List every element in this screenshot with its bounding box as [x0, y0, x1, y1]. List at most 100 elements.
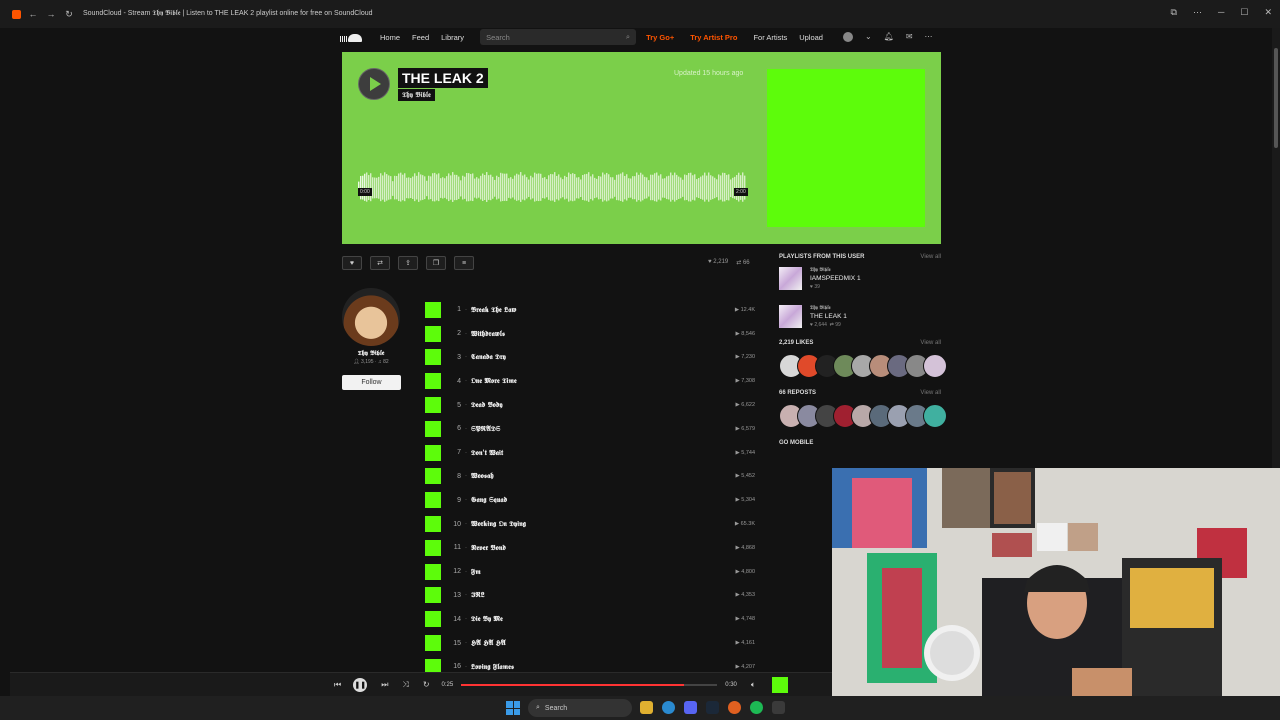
- steam-icon[interactable]: [706, 701, 719, 714]
- next-icon[interactable]: ⏭: [381, 680, 388, 690]
- playlist-artwork[interactable]: [779, 305, 802, 328]
- spotify-icon[interactable]: [750, 701, 763, 714]
- playlist-title[interactable]: THE LEAK 1: [810, 313, 847, 320]
- track-title[interactable]: 𝕯𝖎𝖊 𝕭𝖞 𝕸𝖊: [471, 614, 503, 624]
- track-title[interactable]: 𝕯𝖊𝖆𝖉 𝕭𝖔𝖉𝖞: [471, 400, 503, 410]
- reload-icon[interactable]: ↻: [63, 8, 75, 20]
- track-title[interactable]: 𝖂𝖔𝖗𝖐𝖎𝖓𝖌 𝕺𝖓 𝕯𝖞𝖎𝖓𝖌: [471, 519, 526, 529]
- for-artists-link[interactable]: For Artists: [753, 33, 787, 42]
- discord-icon[interactable]: [684, 701, 697, 714]
- copy-link-button[interactable]: ❐: [426, 256, 446, 270]
- track-title[interactable]: 𝕳𝕬 𝕳𝕬 𝕳𝕬: [471, 638, 506, 648]
- playlist-artist[interactable]: 𝕿𝖍𝖞 𝕭𝖎𝖇𝖑𝖊: [398, 89, 435, 101]
- shuffle-icon[interactable]: ⤨: [402, 680, 408, 690]
- upload-link[interactable]: Upload: [799, 33, 823, 42]
- like-button[interactable]: ♥: [342, 256, 362, 270]
- bell-icon[interactable]: 🔔︎: [884, 32, 894, 42]
- track-title[interactable]: 𝕴𝕽𝕷: [471, 590, 485, 600]
- maximize-icon[interactable]: ☐: [1240, 7, 1248, 18]
- waveform-bar: [468, 173, 470, 202]
- playlist-user[interactable]: 𝕿𝖍𝖞 𝕭𝖎𝖇𝖑𝖊: [810, 267, 861, 273]
- playlist-title[interactable]: IAMSPEEDMIX 1: [810, 275, 861, 282]
- playlist-item[interactable]: 𝕿𝖍𝖞 𝕭𝖎𝖇𝖑𝖊 IAMSPEEDMIX 1 ♥ 39: [779, 264, 941, 302]
- play-button[interactable]: [358, 68, 390, 100]
- track-title[interactable]: 𝖂𝖎𝖙𝖍𝖉𝖗𝖆𝖜𝖑𝖘: [471, 329, 505, 339]
- nav-library[interactable]: Library: [441, 33, 464, 42]
- obs-icon[interactable]: [772, 701, 785, 714]
- track-row[interactable]: 3 · 𝕮𝖆𝖓𝖆𝖉𝖆 𝕯𝖗𝖞 ▶ 7,230: [425, 346, 757, 370]
- track-title[interactable]: 𝕮𝖆𝖓𝖆𝖉𝖆 𝕯𝖗𝖞: [471, 352, 506, 362]
- track-artwork: [425, 563, 441, 580]
- waveform-bar: [556, 175, 558, 200]
- track-title[interactable]: 𝕷𝖔𝖛𝖎𝖓𝖌 𝕱𝖑𝖆𝖒𝖊𝖘: [471, 662, 514, 672]
- track-row[interactable]: 2 · 𝖂𝖎𝖙𝖍𝖉𝖗𝖆𝖜𝖑𝖘 ▶ 8,546: [425, 322, 757, 346]
- pause-button[interactable]: ❚❚: [353, 677, 368, 692]
- nav-feed[interactable]: Feed: [412, 33, 429, 42]
- more-icon[interactable]: ⋯: [925, 32, 933, 42]
- add-to-next-up-button[interactable]: ≡: [454, 256, 474, 270]
- track-title[interactable]: 𝕾𝕻𝕽𝕬𝕯𝕾: [471, 424, 500, 434]
- track-title[interactable]: 𝖂𝖔𝖔𝖘𝖆𝖍: [471, 471, 494, 481]
- chevron-down-icon[interactable]: ⌄: [865, 32, 872, 42]
- playlist-item[interactable]: 𝕿𝖍𝖞 𝕭𝖎𝖇𝖑𝖊 THE LEAK 1 ♥ 2,644 ⇄ 99: [779, 302, 941, 340]
- track-title[interactable]: 𝕯𝖔𝖓'𝖙 𝖂𝖆𝖎𝖙: [471, 448, 503, 458]
- extensions-icon[interactable]: ⧉: [1171, 7, 1177, 18]
- user-avatar[interactable]: [842, 32, 853, 42]
- track-row[interactable]: 8 · 𝖂𝖔𝖔𝖘𝖆𝖍 ▶ 5,452: [425, 465, 757, 489]
- share-button[interactable]: ⇪: [398, 256, 418, 270]
- track-row[interactable]: 12 · 𝕱𝖒 ▶ 4,800: [425, 560, 757, 584]
- artist-name[interactable]: 𝕿𝖍𝖞 𝕭𝖎𝖇𝖑𝖊: [342, 349, 400, 358]
- reposter-avatar[interactable]: [923, 404, 947, 428]
- track-title[interactable]: 𝕹𝖊𝖛𝖊𝖗 𝕭𝖔𝖓𝖉: [471, 543, 506, 553]
- try-artist-pro-link[interactable]: Try Artist Pro: [690, 33, 737, 42]
- file-explorer-icon[interactable]: [640, 701, 653, 714]
- repost-button[interactable]: ⇄: [370, 256, 390, 270]
- soundcloud-logo-icon[interactable]: [340, 32, 362, 42]
- track-row[interactable]: 4 · 𝕺𝖓𝖊 𝕸𝖔𝖗𝖊 𝕿𝖎𝖒𝖊 ▶ 7,308: [425, 369, 757, 393]
- forward-icon[interactable]: →: [45, 8, 57, 20]
- edge-icon[interactable]: [662, 701, 675, 714]
- track-title[interactable]: 𝕭𝖗𝖊𝖆𝖐 𝕿𝖍𝖊 𝕷𝖆𝖜: [471, 305, 516, 315]
- track-row[interactable]: 10 · 𝖂𝖔𝖗𝖐𝖎𝖓𝖌 𝕺𝖓 𝕯𝖞𝖎𝖓𝖌 ▶ 65.3K: [425, 512, 757, 536]
- previous-icon[interactable]: ⏮: [334, 680, 341, 690]
- view-all-reposts[interactable]: View all: [920, 390, 941, 400]
- nav-home[interactable]: Home: [380, 33, 400, 42]
- mail-icon[interactable]: ✉: [906, 32, 913, 42]
- track-row[interactable]: 7 · 𝕯𝖔𝖓'𝖙 𝖂𝖆𝖎𝖙 ▶ 5,744: [425, 441, 757, 465]
- view-all-likes[interactable]: View all: [920, 340, 941, 350]
- track-row[interactable]: 5 · 𝕯𝖊𝖆𝖉 𝕭𝖔𝖉𝖞 ▶ 6,622: [425, 393, 757, 417]
- progress-bar[interactable]: [461, 683, 718, 686]
- track-title[interactable]: 𝕲𝖆𝖓𝖌 𝕾𝖖𝖚𝖆𝖉: [471, 495, 507, 505]
- track-row[interactable]: 16 · 𝕷𝖔𝖛𝖎𝖓𝖌 𝕱𝖑𝖆𝖒𝖊𝖘 ▶ 4,207: [425, 655, 757, 672]
- track-row[interactable]: 14 · 𝕯𝖎𝖊 𝕭𝖞 𝕸𝖊 ▶ 4,748: [425, 607, 757, 631]
- menu-dots-icon[interactable]: ⋯: [1193, 7, 1202, 18]
- track-row[interactable]: 1 · 𝕭𝖗𝖊𝖆𝖐 𝕿𝖍𝖊 𝕷𝖆𝖜 ▶ 12.4K: [425, 298, 757, 322]
- back-icon[interactable]: ←: [27, 8, 39, 20]
- track-title[interactable]: 𝕱𝖒: [471, 567, 481, 577]
- artist-avatar[interactable]: [342, 288, 400, 346]
- search-icon[interactable]: ⌕: [626, 32, 630, 42]
- track-row[interactable]: 15 · 𝕳𝕬 𝕳𝕬 𝕳𝕬 ▶ 4,161: [425, 631, 757, 655]
- try-go-link[interactable]: Try Go+: [646, 33, 674, 42]
- view-all-playlists[interactable]: View all: [920, 254, 941, 264]
- close-icon[interactable]: ✕: [1264, 7, 1272, 18]
- search-input[interactable]: Search ⌕: [480, 29, 637, 45]
- track-row[interactable]: 9 · 𝕲𝖆𝖓𝖌 𝕾𝖖𝖚𝖆𝖉 ▶ 5,304: [425, 488, 757, 512]
- taskbar-search[interactable]: ⌕ Search: [528, 699, 632, 717]
- track-row[interactable]: 11 · 𝕹𝖊𝖛𝖊𝖗 𝕭𝖔𝖓𝖉 ▶ 4,868: [425, 536, 757, 560]
- volume-icon[interactable]: 🔈︎: [751, 680, 756, 690]
- liker-avatar[interactable]: [923, 354, 947, 378]
- now-playing-artwork[interactable]: [771, 676, 788, 693]
- scrollbar-thumb[interactable]: [1274, 48, 1278, 148]
- repeat-icon[interactable]: ↻: [423, 680, 430, 689]
- track-row[interactable]: 13 · 𝕴𝕽𝕷 ▶ 4,353: [425, 584, 757, 608]
- windows-start-icon[interactable]: [506, 701, 520, 715]
- playlist-artwork[interactable]: [779, 267, 802, 290]
- playlist-user[interactable]: 𝕿𝖍𝖞 𝕭𝖎𝖇𝖑𝖊: [810, 305, 847, 311]
- follow-button[interactable]: Follow: [342, 375, 401, 390]
- minimize-icon[interactable]: ─: [1218, 7, 1224, 18]
- track-row[interactable]: 6 · 𝕾𝕻𝕽𝕬𝕯𝕾 ▶ 6,579: [425, 417, 757, 441]
- firefox-icon[interactable]: [728, 701, 741, 714]
- waveform[interactable]: [358, 162, 746, 212]
- track-title[interactable]: 𝕺𝖓𝖊 𝕸𝖔𝖗𝖊 𝕿𝖎𝖒𝖊: [471, 376, 517, 386]
